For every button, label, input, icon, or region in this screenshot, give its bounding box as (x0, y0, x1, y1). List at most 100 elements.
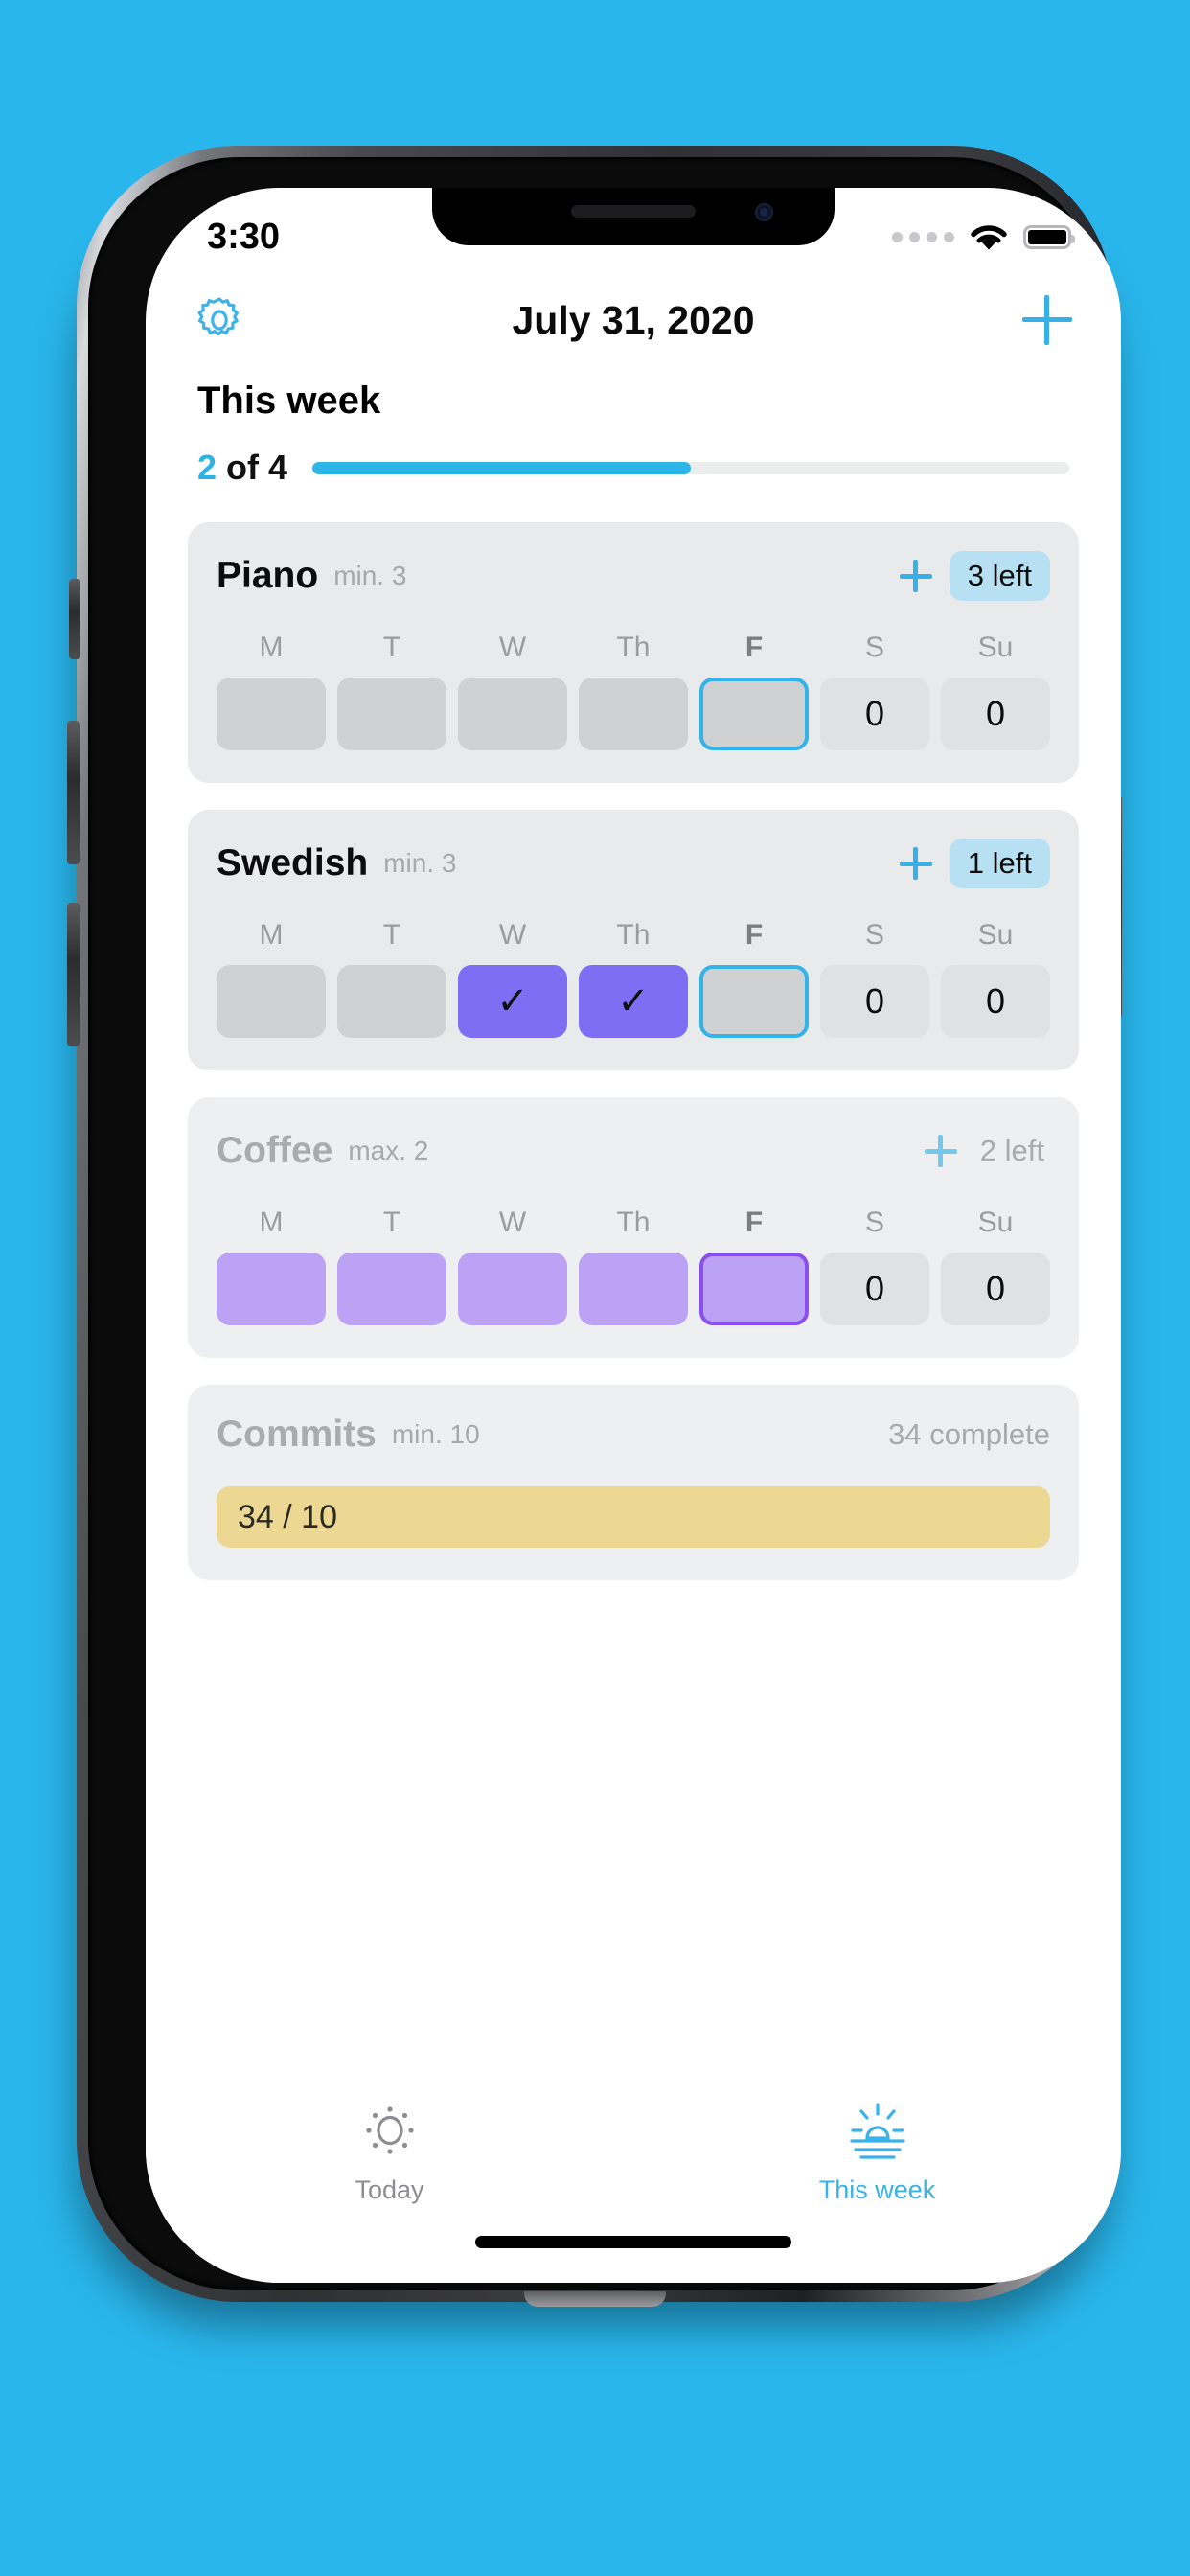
day-cell[interactable] (337, 678, 446, 750)
habit-card-header: Swedish min. 3 1 left (217, 839, 1050, 888)
habit-goal: min. 3 (383, 848, 457, 878)
remaining-badge: 3 left (949, 551, 1050, 601)
day-column-su: Su 0 (941, 1207, 1050, 1325)
add-habit-button[interactable] (1018, 290, 1077, 350)
check-icon: ✓ (617, 980, 650, 1023)
volume-up-button[interactable] (67, 721, 80, 864)
habit-name: Commits (217, 1414, 377, 1455)
week-day-row: M T W ✓ Th ✓ F S 0 Su 0 (217, 919, 1050, 1038)
signal-dots-icon (892, 231, 954, 242)
remaining-badge: 2 left (979, 1134, 1044, 1167)
commits-progress-bar[interactable]: 34 / 10 (217, 1486, 1050, 1548)
day-cell[interactable]: ✓ (579, 965, 688, 1038)
day-label: T (382, 632, 401, 663)
habit-card-header: Commits min. 10 34 complete (217, 1414, 1050, 1456)
day-column-m: M (217, 919, 326, 1038)
day-column-th: Th ✓ (579, 919, 688, 1038)
day-cell[interactable]: ✓ (458, 965, 567, 1038)
settings-button[interactable] (190, 290, 249, 350)
habit-card-actions: 1 left (899, 839, 1050, 888)
habit-card-commits[interactable]: Commits min. 10 34 complete 34 / 10 (188, 1385, 1079, 1580)
day-column-th: Th (579, 632, 688, 750)
day-column-t: T (337, 632, 446, 750)
volume-down-button[interactable] (67, 903, 80, 1046)
day-cell[interactable] (579, 678, 688, 750)
day-label: S (864, 632, 884, 663)
day-cell[interactable] (217, 965, 326, 1038)
day-label: Th (616, 632, 651, 663)
phone-screen: 3:30 July 31, 2020 This week 2 of 4 Pian… (146, 188, 1121, 2283)
habit-card-list: Piano min. 33 left M T W Th F S 0 Su 0 Swedish min. … (188, 522, 1079, 1580)
day-cell[interactable] (458, 1253, 567, 1325)
remaining-badge: 1 left (949, 839, 1050, 888)
week-day-row: M T W Th F S 0 Su 0 (217, 632, 1050, 750)
day-cell-value: 0 (864, 1269, 885, 1308)
plus-icon[interactable] (924, 1135, 957, 1167)
habit-goal: min. 10 (391, 1419, 480, 1449)
day-cell-value: 0 (864, 981, 885, 1021)
day-label: F (744, 919, 764, 951)
day-column-su: Su 0 (941, 632, 1050, 750)
habit-card-header: Coffee max. 2 2 left (217, 1126, 1050, 1176)
day-label: F (744, 1207, 764, 1238)
day-column-t: T (337, 919, 446, 1038)
day-cell[interactable]: 0 (941, 678, 1050, 750)
day-column-w: W ✓ (458, 919, 567, 1038)
home-indicator[interactable] (475, 2236, 791, 2248)
habit-card-header: Piano min. 3 3 left (217, 551, 1050, 601)
habit-card-coffee[interactable]: Coffee max. 22 left M T W Th F S 0 Su 0 (188, 1097, 1079, 1358)
habit-card-actions: 3 left (899, 551, 1050, 601)
check-icon: ✓ (496, 980, 529, 1023)
day-cell-value: 0 (985, 981, 1006, 1021)
habit-name: Swedish (217, 842, 369, 884)
day-cell[interactable] (337, 965, 446, 1038)
day-cell[interactable] (458, 678, 567, 750)
tab-this-week[interactable]: This week (633, 2099, 1121, 2283)
day-label: W (498, 919, 527, 951)
battery-icon (1023, 224, 1075, 249)
day-column-m: M (217, 632, 326, 750)
day-label: M (259, 632, 284, 663)
day-label: Su (977, 1207, 1014, 1238)
day-cell[interactable] (699, 1253, 809, 1325)
device-bezel: 3:30 July 31, 2020 This week 2 of 4 Pian… (88, 157, 1121, 2290)
day-column-m: M (217, 1207, 326, 1325)
progress-track (312, 461, 1069, 474)
status-time: 3:30 (207, 216, 281, 257)
day-column-su: Su 0 (941, 919, 1050, 1038)
day-column-s: S0 (820, 1207, 929, 1325)
day-label: M (259, 1207, 284, 1238)
habit-status: 34 complete (888, 1417, 1050, 1451)
day-cell[interactable]: 0 (820, 678, 929, 750)
habit-card-swedish[interactable]: Swedish min. 31 left M T W ✓ Th ✓ F S 0 Su 0 (188, 810, 1079, 1070)
sun-icon (365, 2106, 414, 2154)
day-cell[interactable] (217, 1253, 326, 1325)
progress-label: 2 of 4 (197, 448, 287, 488)
mute-switch[interactable] (69, 579, 80, 659)
day-cell[interactable]: 0 (941, 965, 1050, 1038)
day-cell-value: 0 (985, 694, 1006, 733)
page-title: July 31, 2020 (512, 297, 755, 342)
day-cell[interactable] (699, 678, 809, 750)
plus-icon[interactable] (899, 560, 932, 592)
day-cell[interactable]: 0 (820, 1253, 929, 1325)
tab-today[interactable]: Today (146, 2099, 633, 2283)
habit-card-actions: 2 left (924, 1126, 1050, 1176)
commits-progress-label: 34 / 10 (238, 1498, 337, 1535)
day-cell[interactable]: 0 (820, 965, 929, 1038)
day-cell[interactable] (217, 678, 326, 750)
habit-card-piano[interactable]: Piano min. 33 left M T W Th F S 0 Su 0 (188, 522, 1079, 783)
week-day-row: M T W Th F S 0 Su 0 (217, 1207, 1050, 1325)
phone-device: 3:30 July 31, 2020 This week 2 of 4 Pian… (50, 146, 1140, 2310)
section-title: This week (197, 380, 381, 422)
habit-name: Piano (217, 555, 319, 596)
day-cell[interactable] (699, 965, 809, 1038)
plus-icon[interactable] (899, 847, 932, 880)
day-cell[interactable]: 0 (941, 1253, 1050, 1325)
wifi-icon (971, 225, 1007, 250)
progress-fill (312, 461, 692, 474)
day-label: M (259, 919, 284, 951)
day-cell[interactable] (337, 1253, 446, 1325)
day-cell[interactable] (579, 1253, 688, 1325)
day-column-f: F (699, 1207, 809, 1325)
